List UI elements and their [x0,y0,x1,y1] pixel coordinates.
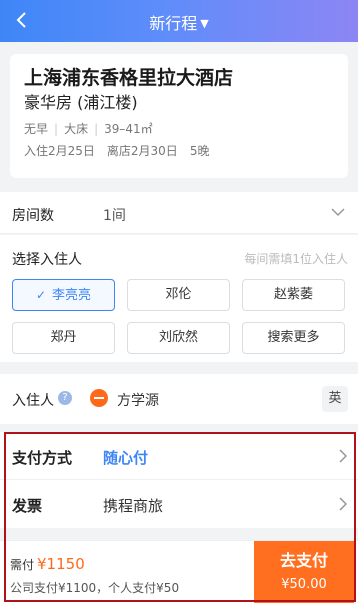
guest-selection: 选择入住人 每间需填1位入住人 ✓ 李亮亮 邓伦 赵紫萎 郑丹 刘欣然 搜索更多 [0,235,358,362]
language-toggle-button[interactable]: 英 [322,386,348,412]
chevron-right-icon [339,449,348,463]
chevron-down-icon [331,208,345,217]
amount-due-value: ¥1150 [37,555,85,573]
room-count-selector[interactable]: 房间数 1间 [0,192,358,234]
guest-chip[interactable]: 郑丹 [12,322,115,354]
guest-chip-label: 邓伦 [165,287,192,302]
chevron-right-icon [339,497,348,511]
divider: | [94,122,99,136]
breakfast-attr: 无早 [24,122,49,136]
checkin-person-name: 方学源 [117,393,159,409]
go-pay-amount: ¥50.00 [281,577,327,592]
payment-breakdown: 公司支付¥1100，个人支付¥50 [10,581,180,595]
stay-dates: 入住2月25日 离店2月30日 5晚 [24,143,334,159]
divider: | [54,122,59,136]
payment-method-label: 支付方式 [12,449,73,467]
invoice-label: 发票 [12,497,43,515]
page-title[interactable]: 新行程 ▼ [0,10,358,34]
room-attributes: 无早 | 大床 | 39–41㎡ [24,121,334,137]
guest-chip-selected[interactable]: ✓ 李亮亮 [12,279,115,311]
guest-chip-label: 刘欣然 [158,330,198,345]
search-more-button[interactable]: 搜索更多 [242,322,345,354]
bed-attr: 大床 [64,122,89,136]
invoice-value: 携程商旅 [103,497,164,515]
guest-chip[interactable]: 赵紫萎 [242,279,345,311]
guest-chip-label: 李亮亮 [52,288,92,303]
guest-chip-label: 郑丹 [50,330,77,345]
hotel-info-card: 上海浦东香格里拉大酒店 豪华房 (浦江楼) 无早 | 大床 | 39–41㎡ 入住2月2… [10,54,348,178]
checkin-person-row: 入住人 ? 方学源 英 [0,374,358,424]
check-icon: ✓ [35,288,47,302]
top-bar: 新行程 ▼ [0,0,358,42]
payment-method-value: 随心付 [103,449,149,467]
help-icon[interactable]: ? [58,391,72,405]
payment-method-row[interactable]: 支付方式 随心付 [0,432,358,480]
amount-due: 需付 ¥1150 [10,555,85,573]
room-count-value: 1间 [103,208,126,224]
guest-section-title: 选择入住人 [12,252,82,268]
checkin-date: 入住2月25日 [24,144,95,158]
payment-section: 支付方式 随心付 发票 携程商旅 [0,432,358,528]
nights-count: 5晚 [189,144,210,158]
go-pay-button[interactable]: 去支付 ¥50.00 [254,541,354,603]
guest-chip-label: 赵紫萎 [273,287,313,302]
search-more-label: 搜索更多 [267,330,320,345]
amount-due-label: 需付 [10,558,35,572]
dropdown-caret-icon: ▼ [200,17,209,30]
page-title-text: 新行程 [149,14,198,33]
checkin-person-label: 入住人 [12,393,54,409]
remove-guest-icon[interactable] [90,389,108,407]
guest-chip[interactable]: 刘欣然 [127,322,230,354]
guest-chip[interactable]: 邓伦 [127,279,230,311]
room-count-label: 房间数 [12,208,54,224]
hotel-name: 上海浦东香格里拉大酒店 [24,67,234,89]
room-type: 豪华房 (浦江楼) [24,93,138,112]
area-attr: 39–41㎡ [104,122,153,136]
checkout-bar: 需付 ¥1150 公司支付¥1100，个人支付¥50 去支付 ¥50.00 [0,540,358,608]
go-pay-label: 去支付 [279,551,328,570]
invoice-row[interactable]: 发票 携程商旅 [0,480,358,528]
checkout-date: 离店2月30日 [106,144,178,158]
guest-hint: 每间需填1位入住人 [244,252,348,266]
